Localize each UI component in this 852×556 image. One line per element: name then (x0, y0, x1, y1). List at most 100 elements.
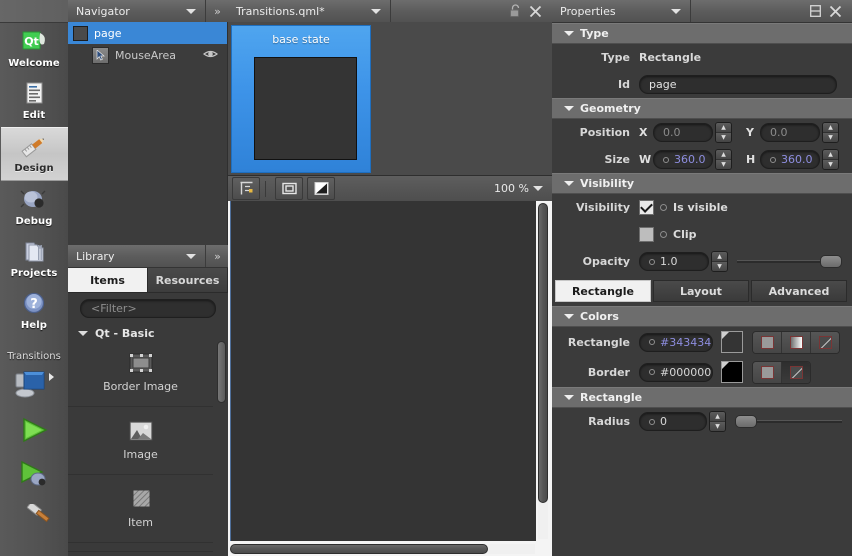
section-visibility-header[interactable]: Visibility (552, 173, 852, 194)
spin-down-icon[interactable]: ▼ (712, 262, 727, 271)
type-value: Rectangle (639, 51, 702, 64)
section-colors-header[interactable]: Colors (552, 306, 852, 327)
split-button[interactable] (805, 0, 825, 22)
section-visibility-label: Visibility (580, 177, 635, 190)
spin-down-icon[interactable]: ▼ (823, 160, 838, 169)
mode-debug[interactable]: Debug (1, 181, 68, 233)
lock-button[interactable] (505, 0, 525, 22)
spin-up-icon[interactable]: ▲ (716, 123, 731, 133)
spin-down-icon[interactable]: ▼ (716, 160, 731, 169)
navigator-item-page[interactable]: page (68, 22, 227, 44)
navigator-dock-combo[interactable]: Navigator (68, 0, 206, 22)
spin-up-icon[interactable]: ▲ (712, 252, 727, 262)
canvas-horizontal-scrollbar[interactable] (230, 544, 535, 554)
opacity-slider-knob[interactable] (820, 255, 842, 268)
close-properties-button[interactable] (825, 0, 845, 22)
form-editor-canvas[interactable] (230, 201, 536, 541)
navigator-item-mousearea[interactable]: MouseArea (68, 44, 227, 66)
radius-input[interactable]: 0 (639, 412, 707, 431)
navigator-tree: page MouseArea (68, 22, 228, 245)
border-color-swatch[interactable] (721, 361, 743, 383)
opacity-slider[interactable] (737, 254, 842, 270)
spin-down-icon[interactable]: ▼ (716, 133, 731, 142)
tab-resources[interactable]: Resources (148, 268, 228, 292)
library-scrollbar[interactable] (217, 341, 226, 551)
clip-checkbox[interactable] (639, 227, 654, 242)
canvas-vertical-scrollbar[interactable] (538, 203, 548, 539)
mode-design[interactable]: Design (0, 127, 68, 181)
spin-down-icon[interactable]: ▼ (710, 422, 725, 431)
library-item-item[interactable]: Item (68, 475, 213, 543)
size-width-input[interactable]: 360.0 (653, 150, 713, 169)
target-selector-button[interactable] (1, 364, 68, 408)
border-color-input[interactable]: #000000 (639, 362, 713, 382)
spin-up-icon[interactable]: ▲ (716, 150, 731, 160)
toolbar-separator (265, 180, 266, 197)
canvas-horizontal-scrollbar-thumb[interactable] (230, 544, 488, 554)
library-dock-combo[interactable]: Library (68, 245, 206, 267)
visibility-eye-icon[interactable] (203, 49, 218, 62)
row-radius: Radius 0 ▲ ▼ (552, 408, 852, 435)
library-item-border-image[interactable]: Border Image (68, 339, 213, 407)
library-scrollbar-thumb[interactable] (217, 341, 226, 403)
zoom-chevron-down-icon[interactable] (533, 186, 543, 191)
spin-down-icon[interactable]: ▼ (823, 133, 838, 142)
library-filter-input[interactable]: <Filter> (80, 298, 216, 318)
tab-rectangle[interactable]: Rectangle (555, 280, 651, 302)
qt-creator-design-mode: Qt Welcome Edit Design Debug Projects ? … (0, 0, 852, 556)
anchors-button[interactable] (232, 177, 260, 200)
rectangle-color-swatch[interactable] (721, 331, 743, 353)
opacity-input[interactable]: 1.0 (639, 252, 709, 271)
size-height-spinner[interactable]: ▲ ▼ (822, 149, 839, 170)
position-x-spinner[interactable]: ▲ ▼ (715, 122, 732, 143)
navigator-expand-button[interactable]: » (206, 5, 228, 18)
opacity-spinner[interactable]: ▲ ▼ (711, 251, 728, 272)
spin-up-icon[interactable]: ▲ (823, 123, 838, 133)
fill-none-button[interactable] (811, 331, 839, 353)
size-height-input[interactable]: 360.0 (760, 150, 820, 169)
document-selector[interactable]: Transitions.qml* (228, 0, 391, 22)
spin-up-icon[interactable]: ▲ (823, 150, 838, 160)
tab-items[interactable]: Items (68, 268, 148, 292)
tab-advanced[interactable]: Advanced (751, 280, 847, 302)
mode-projects[interactable]: Projects (1, 233, 68, 285)
position-y-spinner[interactable]: ▲ ▼ (822, 122, 839, 143)
fill-gradient-button[interactable] (782, 331, 811, 353)
radius-spinner[interactable]: ▲ ▼ (709, 411, 726, 432)
section-rectangle-header[interactable]: Rectangle (552, 387, 852, 408)
tab-resources-label: Resources (155, 273, 220, 287)
properties-dock-combo[interactable]: Properties (552, 0, 691, 22)
show-boundaries-button[interactable] (307, 177, 335, 200)
position-x-input[interactable]: 0.0 (653, 123, 713, 142)
close-editor-button[interactable] (525, 0, 545, 22)
position-y-input[interactable]: 0.0 (760, 123, 820, 142)
properties-tabs: Rectangle Layout Advanced (555, 280, 849, 302)
radius-slider-knob[interactable] (735, 415, 757, 428)
radius-slider[interactable] (735, 414, 842, 430)
form-editor-toolbar: 100 % (228, 176, 552, 202)
library-expand-button[interactable]: » (206, 250, 228, 263)
fill-solid-button[interactable] (753, 331, 782, 353)
border-solid-button[interactable] (753, 361, 782, 383)
rectangle-color-input[interactable]: #343434 (639, 332, 713, 352)
run-button[interactable] (1, 408, 68, 452)
tab-layout[interactable]: Layout (653, 280, 749, 302)
state-card-base[interactable]: base state (231, 25, 371, 173)
id-input[interactable]: page (639, 75, 837, 94)
debug-run-button[interactable] (1, 452, 68, 496)
rectangle-color-label: Rectangle (567, 335, 630, 349)
snap-to-item-button[interactable] (275, 177, 303, 200)
size-width-value: 360.0 (674, 153, 706, 166)
mode-welcome[interactable]: Qt Welcome (1, 23, 68, 75)
border-none-button[interactable] (782, 361, 810, 383)
library-item-image[interactable]: Image (68, 407, 213, 475)
mode-edit[interactable]: Edit (1, 75, 68, 127)
is-visible-checkbox[interactable] (639, 200, 654, 215)
section-type-header[interactable]: Type (552, 23, 852, 44)
section-geometry-header[interactable]: Geometry (552, 98, 852, 119)
canvas-vertical-scrollbar-thumb[interactable] (538, 203, 548, 503)
mode-help[interactable]: ? Help (1, 285, 68, 337)
spin-up-icon[interactable]: ▲ (710, 412, 725, 422)
build-button[interactable] (1, 496, 68, 540)
size-width-spinner[interactable]: ▲ ▼ (715, 149, 732, 170)
